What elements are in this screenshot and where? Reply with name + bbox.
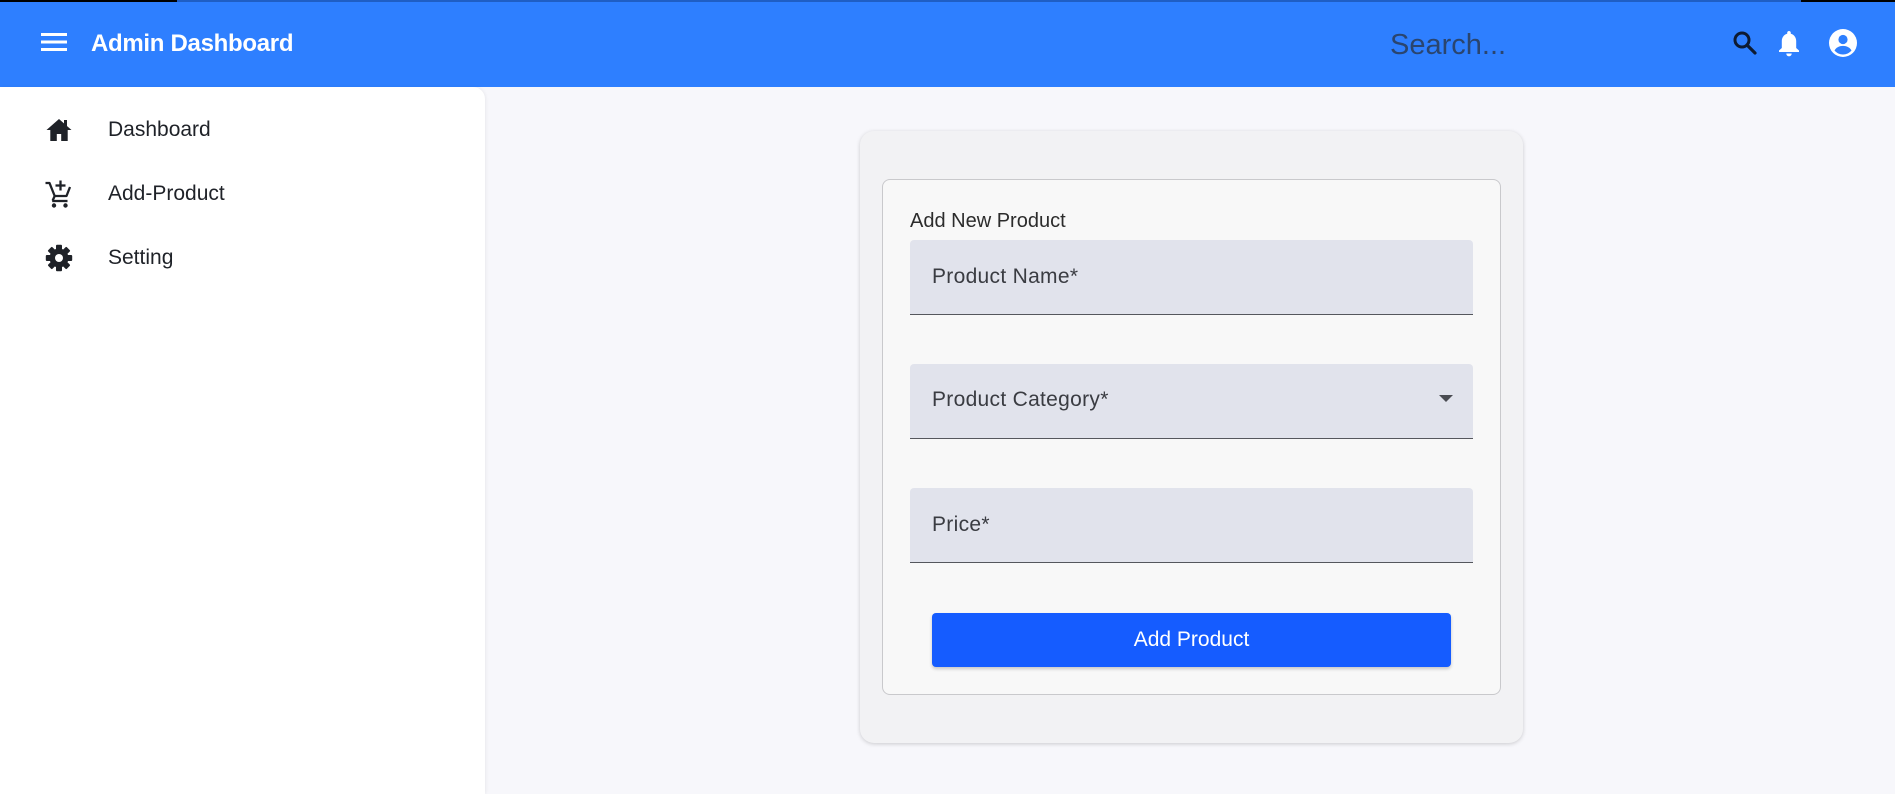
- sidebar-item-label: Setting: [108, 246, 174, 269]
- home-icon: [44, 115, 74, 145]
- top-edge-left: [0, 0, 177, 2]
- bell-icon: [1777, 29, 1801, 62]
- price-field[interactable]: [910, 488, 1473, 563]
- search-icon: [1732, 30, 1758, 61]
- search-button[interactable]: [1728, 28, 1762, 62]
- top-app-bar: Admin Dashboard: [0, 0, 1895, 87]
- product-name-field[interactable]: [910, 240, 1473, 315]
- product-category-select[interactable]: Product Category*: [910, 364, 1473, 439]
- product-name-input[interactable]: [910, 240, 1473, 314]
- form-title: Add New Product: [910, 210, 1066, 232]
- product-category-label: Product Category*: [932, 388, 1109, 411]
- account-button[interactable]: [1826, 28, 1860, 62]
- search-input[interactable]: [1390, 22, 1690, 68]
- add-product-button[interactable]: Add Product: [932, 613, 1451, 667]
- menu-button[interactable]: [38, 28, 70, 60]
- sidebar-item-setting[interactable]: Setting: [0, 230, 485, 286]
- account-circle-icon: [1828, 28, 1858, 63]
- sidebar-item-add-product[interactable]: Add-Product: [0, 166, 485, 222]
- sidebar-item-label: Dashboard: [108, 118, 211, 141]
- sidebar: Dashboard Add-Product Setting: [0, 87, 485, 794]
- sidebar-item-dashboard[interactable]: Dashboard: [0, 102, 485, 158]
- menu-icon: [41, 32, 67, 57]
- add-product-form: Add New Product Product Category* Add Pr…: [882, 179, 1501, 695]
- chevron-down-icon: [1439, 395, 1453, 402]
- app-title: Admin Dashboard: [91, 30, 294, 57]
- sidebar-item-label: Add-Product: [108, 182, 225, 205]
- gear-icon: [44, 243, 74, 273]
- add-product-card: Add New Product Product Category* Add Pr…: [860, 131, 1523, 743]
- top-edge-right: [1801, 0, 1895, 2]
- add-shopping-cart-icon: [44, 179, 74, 209]
- notifications-button[interactable]: [1772, 28, 1806, 62]
- price-input[interactable]: [910, 488, 1473, 562]
